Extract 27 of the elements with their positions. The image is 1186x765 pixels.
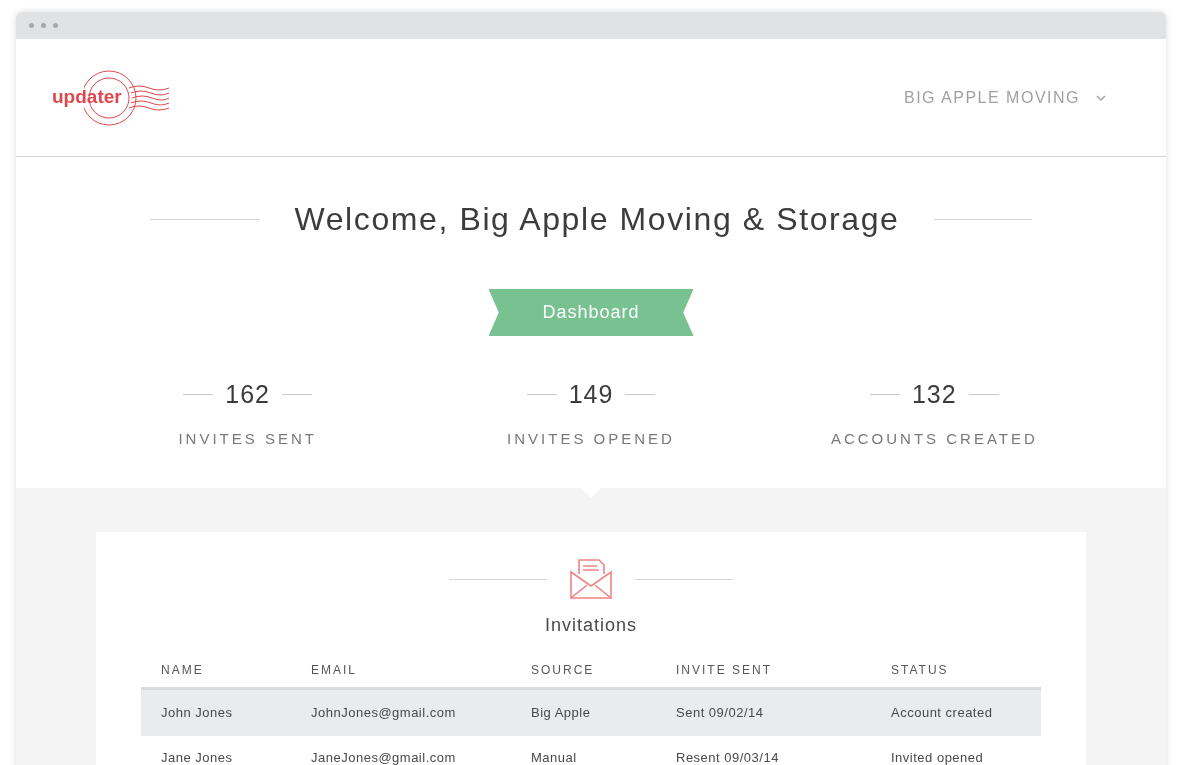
column-header: INVITE SENT	[656, 661, 871, 689]
column-header: EMAIL	[291, 661, 511, 689]
stat-value: 162	[225, 379, 270, 410]
table-row[interactable]: Jane Jones JaneJones@gmail.com Manual Resent 09/03/14 Invited opened	[141, 735, 1041, 765]
dashboard-ribbon: Dashboard	[488, 289, 694, 336]
table-cell: Sent 09/02/14	[656, 688, 871, 736]
table-cell: John Jones	[141, 688, 291, 736]
stat-label: INVITES SENT	[178, 428, 317, 449]
table-cell: Resent 09/03/14	[656, 735, 871, 765]
stat-value: 132	[911, 379, 957, 410]
section-title: Invitations	[544, 614, 637, 637]
stat-label: ACCOUNTS CREATED	[830, 428, 1038, 449]
stat-label: INVITES OPENED	[507, 428, 675, 449]
table-cell: JaneJones@gmail.com	[291, 735, 511, 765]
stat-value: 149	[568, 379, 614, 410]
table-cell: JohnJones@gmail.com	[291, 688, 511, 736]
chevron-down-icon	[1096, 94, 1106, 101]
column-header: NAME	[141, 661, 291, 689]
table-cell: Invited opened	[871, 735, 1041, 765]
column-header: STATUS	[871, 661, 1041, 689]
table-cell: Big Apple	[511, 688, 656, 736]
table-cell: Manual	[511, 735, 656, 765]
table-cell: Jane Jones	[141, 735, 291, 765]
envelope-icon	[569, 558, 613, 600]
table-cell: Account created	[871, 688, 1041, 736]
welcome-heading: Welcome, Big Apple Moving & Storage	[294, 200, 900, 239]
column-header: SOURCE	[511, 661, 656, 689]
